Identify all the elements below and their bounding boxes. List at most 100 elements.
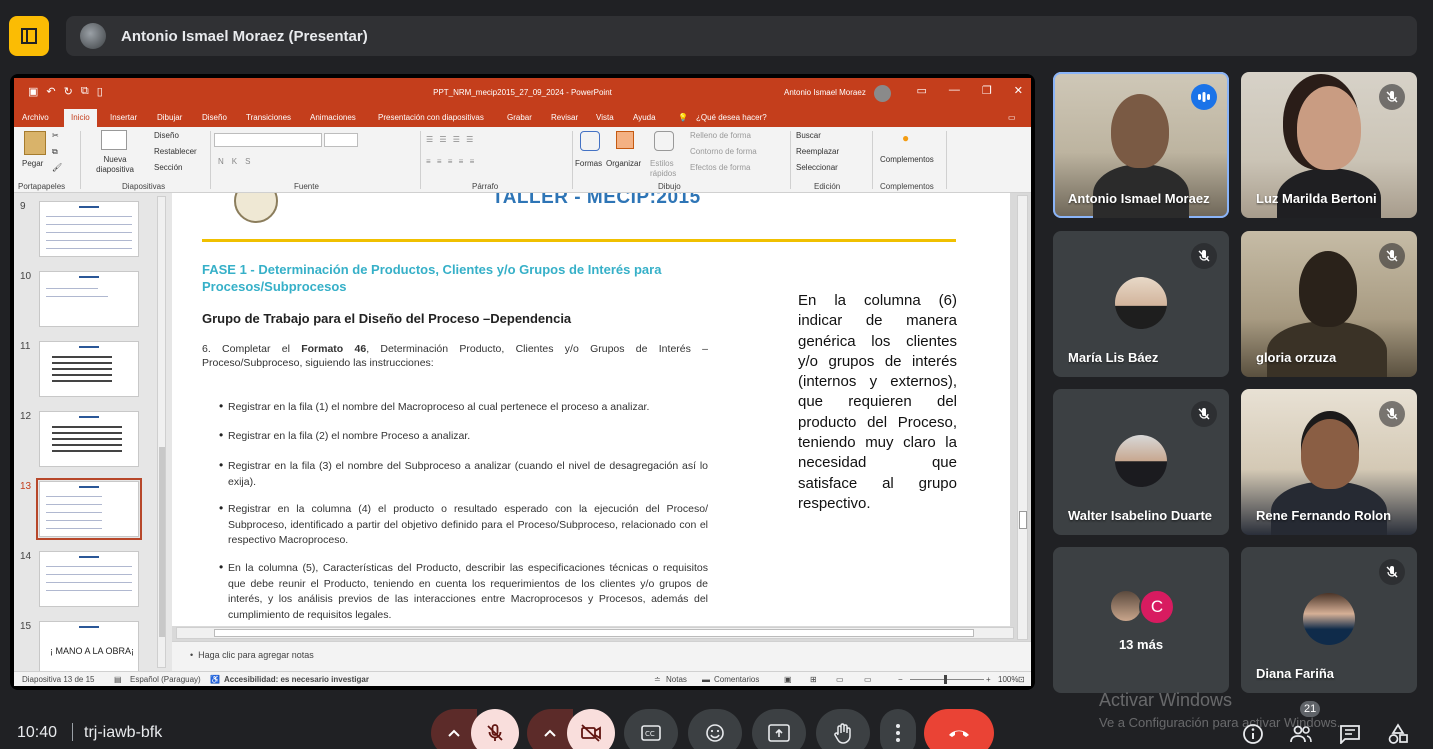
slide-horizontal-scrollbar[interactable] [176,627,1014,639]
arrange-button[interactable]: Organizar [606,159,641,168]
more-options-button[interactable] [880,709,916,749]
slideshow-view-icon[interactable]: ▭ [864,675,872,684]
accessibility-icon[interactable]: ♿ [210,675,220,684]
layout-button[interactable]: Diseño [154,131,179,140]
participant-tile[interactable]: Diana Fariña [1241,547,1417,693]
comments-icon[interactable]: ▭ [1008,113,1016,122]
format-painter-icon[interactable]: 🖌 [52,163,62,172]
quick-styles-icon[interactable] [654,131,674,151]
copy-icon[interactable]: ⧉ [52,147,58,157]
participant-tile[interactable]: gloria orzuza [1241,231,1417,377]
font-format-icons[interactable]: NKS [218,157,258,166]
zoom-out-icon[interactable]: − [898,675,903,684]
meeting-info-button[interactable] [1239,720,1267,748]
addins-icon[interactable]: ● [902,131,909,145]
thumbnails-scrollbar[interactable] [157,196,166,668]
video-options-button[interactable] [527,709,573,749]
tab-archivo[interactable]: Archivo [22,113,49,122]
tab-inicio[interactable]: Inicio [64,109,97,127]
user-avatar[interactable] [874,85,891,102]
presenter-banner[interactable]: Antonio Ismael Moraez (Presentar) [66,16,1417,56]
shapes-button[interactable]: Formas [575,159,602,168]
more-participants-tile[interactable]: C 13 más [1053,547,1229,693]
minimize-icon[interactable]: — [949,84,960,97]
replace-button[interactable]: Reemplazar [796,147,839,156]
zoom-level[interactable]: 100% [998,675,1018,684]
tab-ayuda[interactable]: Ayuda [633,113,656,122]
shape-effects-button[interactable]: Efectos de forma [690,163,750,172]
slide-thumbnail[interactable] [39,201,139,257]
new-slide-button[interactable]: Nueva diapositiva [94,155,136,175]
people-button[interactable] [1287,720,1315,748]
arrange-icon[interactable] [616,131,634,149]
font-name-combo[interactable] [214,133,322,147]
quick-styles-button[interactable]: Estilos rápidos [650,159,680,179]
participant-tile[interactable]: Luz Marilda Bertoni [1241,72,1417,218]
zoom-slider[interactable] [910,679,984,680]
cut-icon[interactable]: ✂ [52,131,59,140]
notes-toggle[interactable]: Notas [666,675,687,684]
notes-pane[interactable]: • Haga clic para agregar notas [172,641,1031,671]
maximize-icon[interactable]: ❐ [982,84,992,97]
normal-view-icon[interactable]: ▣ [784,675,792,684]
shape-fill-button[interactable]: Relleno de forma [690,131,751,140]
chat-button[interactable] [1336,720,1364,748]
captions-button[interactable]: CC [624,709,678,749]
tab-diseno[interactable]: Diseño [202,113,227,122]
align-icons[interactable]: ≡ ≡ ≡ ≡ ≡ [426,157,476,166]
font-size-combo[interactable] [324,133,358,147]
accessibility-status[interactable]: Accesibilidad: es necesario investigar [224,675,369,684]
tab-transiciones[interactable]: Transiciones [246,113,291,122]
list-icons[interactable]: ☰ ☰ ☰ ☰ [426,135,475,144]
reactions-button[interactable] [688,709,742,749]
language-status[interactable]: Español (Paraguay) [130,675,201,684]
new-slide-icon[interactable] [101,130,127,150]
notes-icon[interactable]: ≐ [654,675,661,684]
tab-vista[interactable]: Vista [596,113,614,122]
tell-me-search[interactable]: ¿Qué desea hacer? [696,113,767,122]
slide-thumbnail[interactable] [39,341,139,397]
zoom-slider-knob[interactable] [944,675,947,684]
sorter-view-icon[interactable]: ⊞ [810,675,817,684]
reading-view-icon[interactable]: ▭ [836,675,844,684]
participant-tile[interactable]: Rene Fernando Rolon [1241,389,1417,535]
paste-icon[interactable] [24,131,46,155]
slide-thumbnail-current[interactable] [36,478,142,540]
zoom-in-icon[interactable]: + [986,675,991,684]
slide-thumbnail[interactable] [39,271,139,327]
participant-tile[interactable]: Antonio Ismael Moraez [1053,72,1229,218]
tab-dibujar[interactable]: Dibujar [157,113,182,122]
tab-presentacion[interactable]: Presentación con diapositivas [378,113,484,122]
close-icon[interactable]: ✕ [1014,84,1023,97]
present-screen-button[interactable] [752,709,806,749]
camera-toggle-button[interactable] [567,709,615,749]
reset-button[interactable]: Restablecer [154,147,197,156]
participant-tile[interactable]: Walter Isabelino Duarte [1053,389,1229,535]
shape-outline-button[interactable]: Contorno de forma [690,147,757,156]
comments-toggle-icon[interactable]: ▬ [702,675,710,684]
tab-revisar[interactable]: Revisar [551,113,578,122]
slide-vertical-scrollbar[interactable] [1017,195,1028,640]
slide-thumbnail[interactable] [39,551,139,607]
tab-insertar[interactable]: Insertar [110,113,137,122]
mic-toggle-button[interactable] [471,709,519,749]
current-slide[interactable]: TALLER - MECIP:2015 FASE 1 - Determinaci… [172,193,1010,626]
raise-hand-button[interactable] [816,709,870,749]
presentation-icon[interactable] [9,16,49,56]
addins-button[interactable]: Complementos [880,155,934,164]
audio-options-button[interactable] [431,709,477,749]
participant-tile[interactable]: María Lis Báez [1053,231,1229,377]
ribbon-display-icon[interactable]: ▭ [917,84,927,97]
slide-thumbnail[interactable]: ¡ MANO A LA OBRA¡ [39,621,139,677]
find-button[interactable]: Buscar [796,131,821,140]
shapes-icon[interactable] [580,131,600,151]
comments-toggle[interactable]: Comentarios [714,675,759,684]
select-button[interactable]: Seleccionar [796,163,838,172]
paste-button[interactable]: Pegar [22,159,43,168]
activities-button[interactable] [1384,720,1412,748]
slide-thumbnail[interactable] [39,411,139,467]
tab-animaciones[interactable]: Animaciones [310,113,356,122]
spellcheck-icon[interactable]: ▤ [114,675,122,684]
fit-slide-icon[interactable]: ⊡ [1018,675,1025,684]
leave-call-button[interactable] [924,709,994,749]
